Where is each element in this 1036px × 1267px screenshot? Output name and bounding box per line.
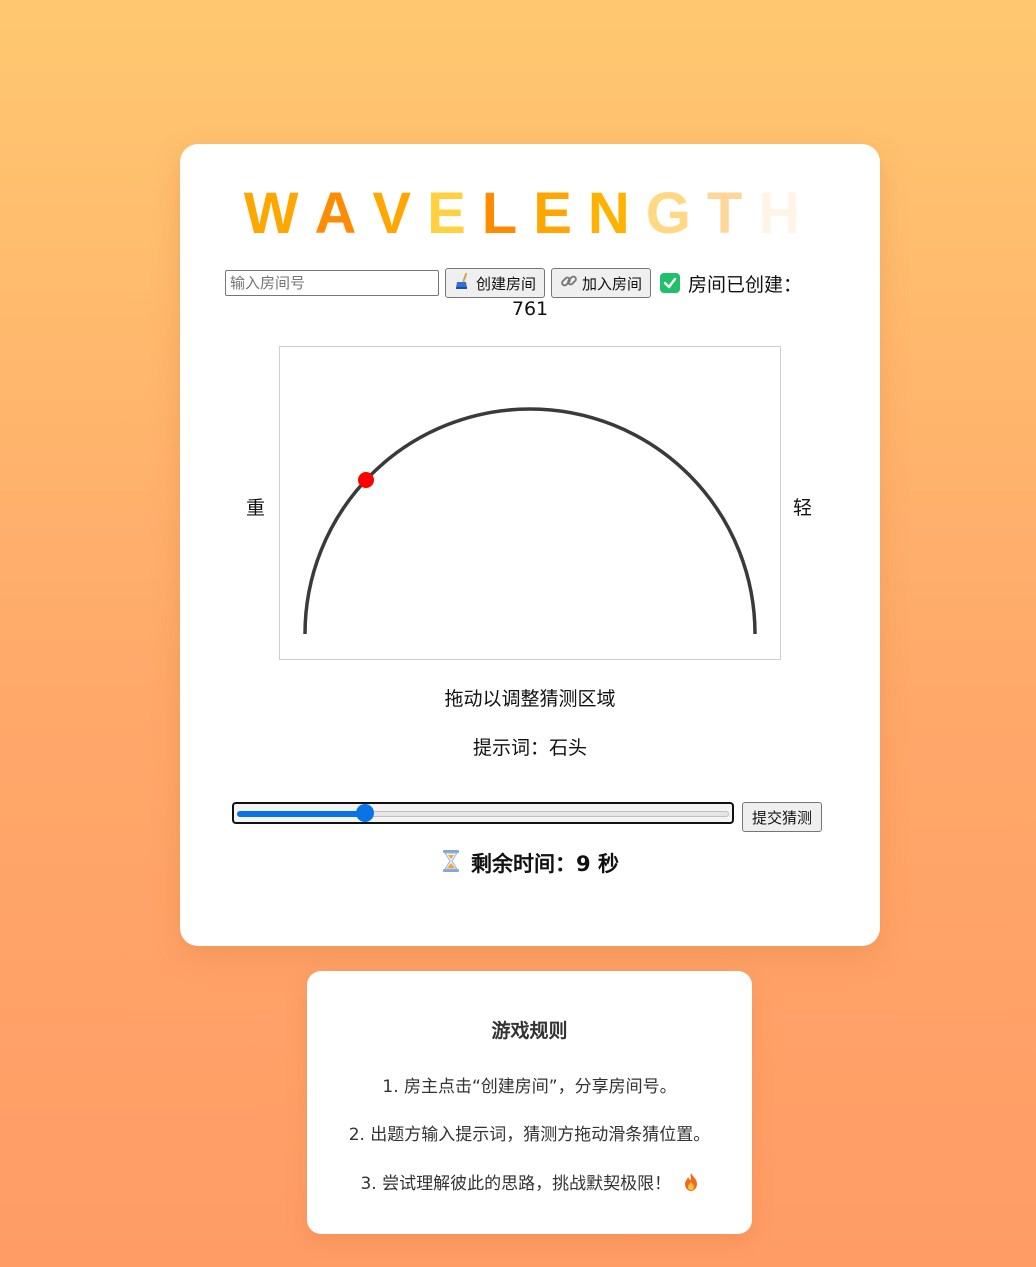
- room-status: 房间已创建：: [660, 270, 802, 297]
- broom-icon: [454, 272, 472, 294]
- join-room-button[interactable]: 加入房间: [551, 268, 652, 298]
- title-letter: T: [706, 181, 759, 246]
- game-title: WAVELENGTH: [180, 182, 880, 246]
- rule-item: 3. 尝试理解彼此的思路，挑战默契极限！: [307, 1169, 752, 1197]
- rule-item: 2. 出题方输入提示词，猜测方拖动滑条猜位置。: [348, 1125, 711, 1145]
- title-letter: A: [314, 181, 373, 246]
- clue-text: 提示词：石头: [472, 737, 587, 759]
- right-extreme-label: 轻: [793, 497, 813, 519]
- room-status-text: 房间已创建：: [688, 273, 803, 296]
- drag-hint: 拖动以调整猜测区域: [444, 688, 616, 710]
- link-icon: [560, 272, 578, 294]
- title-letter: E: [427, 181, 482, 246]
- title-letter: L: [481, 181, 534, 246]
- room-controls: 创建房间 加入房间 房间已创建：: [225, 268, 835, 298]
- guess-slider[interactable]: [232, 802, 734, 824]
- join-room-label: 加入房间: [582, 274, 643, 293]
- guess-marker[interactable]: [358, 472, 374, 488]
- timer-text: 剩余时间：9 秒: [471, 852, 619, 876]
- left-extreme-label: 重: [246, 497, 266, 519]
- game-card: WAVELENGTH 创建房间 加入房间: [180, 144, 880, 946]
- title-letter: H: [758, 181, 817, 246]
- create-room-label: 创建房间: [476, 274, 537, 293]
- title-letter: V: [372, 181, 428, 246]
- gauge-arc: [303, 407, 757, 635]
- hourglass-icon: [441, 849, 461, 878]
- rules-card: 游戏规则 1. 房主点击“创建房间”，分享房间号。 2. 出题方输入提示词，猜测…: [307, 971, 752, 1234]
- title-letter: N: [587, 181, 646, 246]
- room-number: 761: [511, 298, 549, 320]
- slider-thumb[interactable]: [355, 804, 374, 822]
- submit-guess-button[interactable]: 提交猜测: [742, 802, 823, 832]
- rule-item-text: 3. 尝试理解彼此的思路，挑战默契极限！: [360, 1174, 672, 1194]
- title-letter: W: [243, 181, 315, 246]
- title-letter: G: [645, 181, 707, 246]
- room-number-input[interactable]: [225, 270, 439, 296]
- slider-fill: [237, 811, 365, 817]
- create-room-button[interactable]: 创建房间: [445, 268, 546, 298]
- fire-icon: [683, 1172, 699, 1197]
- rules-title: 游戏规则: [491, 1020, 568, 1042]
- check-icon: [660, 273, 681, 293]
- timer: 剩余时间：9 秒: [180, 848, 880, 878]
- gauge-canvas[interactable]: [279, 346, 781, 660]
- rule-item: 1. 房主点击“创建房间”，分享房间号。: [382, 1077, 677, 1097]
- title-letter: E: [533, 181, 588, 246]
